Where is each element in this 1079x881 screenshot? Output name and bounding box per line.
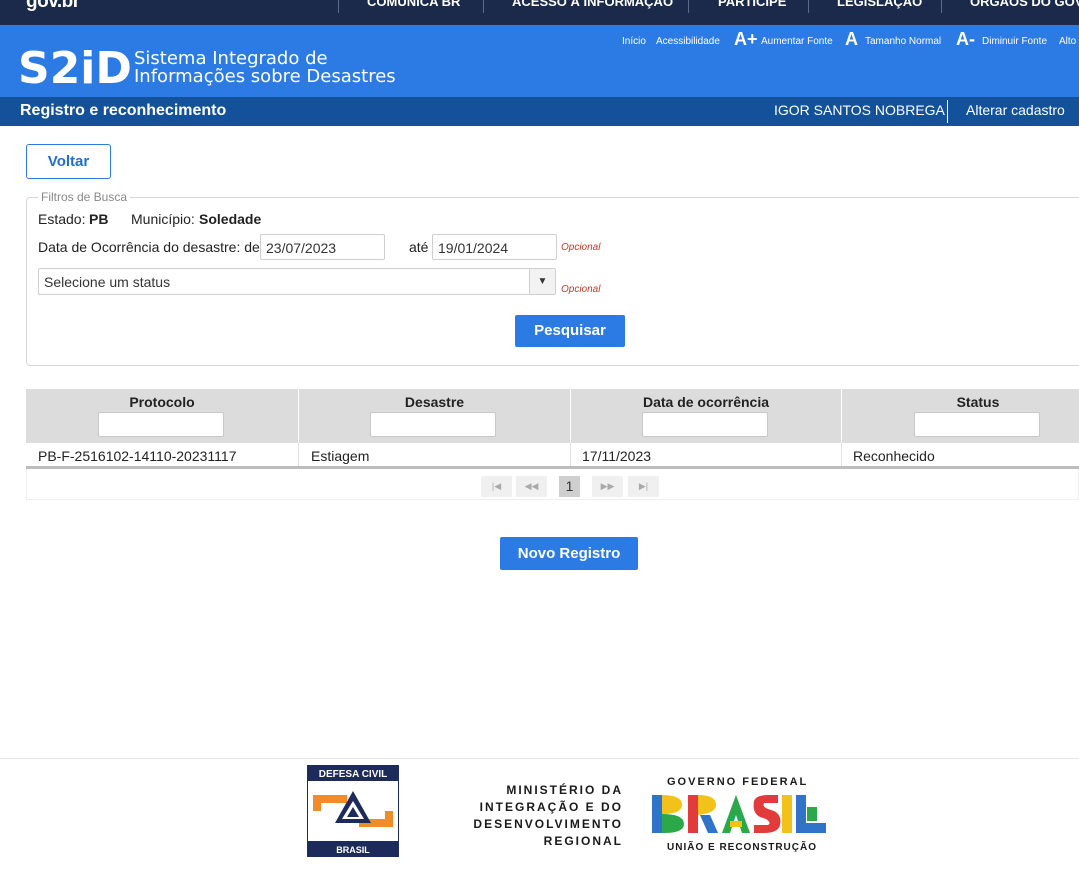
nav-separator bbox=[338, 0, 339, 13]
table-row[interactable]: PB-F-2516102-14110-20231117 Estiagem 17/… bbox=[26, 443, 1079, 469]
ministerio-line-3: DESENVOLVIMENTO bbox=[473, 817, 623, 831]
link-alto-contraste[interactable]: Alto Contraste bbox=[1059, 36, 1079, 47]
protocolo-filter-input[interactable] bbox=[98, 412, 224, 437]
column-header-data-ocorrencia[interactable]: Data de ocorrência bbox=[571, 394, 841, 410]
nav-participe[interactable]: PARTICIPE bbox=[718, 0, 786, 9]
opcional-hint-date: Opcional bbox=[561, 242, 601, 253]
decrease-font-icon[interactable]: A- bbox=[956, 29, 975, 50]
defesa-civil-top-text: DEFESA CIVIL bbox=[319, 769, 388, 780]
gov-bar: gov.br COMUNICA BR ACESSO À INFORMAÇÃO P… bbox=[0, 0, 1079, 25]
governo-federal-text: GOVERNO FEDERAL bbox=[667, 776, 809, 788]
ministerio-line-4: REGIONAL bbox=[543, 834, 623, 848]
link-acessibilidade[interactable]: Acessibilidade bbox=[656, 36, 720, 47]
normal-font-icon[interactable]: A bbox=[845, 29, 858, 50]
gov-br-logo[interactable]: gov.br bbox=[26, 0, 80, 13]
column-status: Status bbox=[842, 389, 1079, 443]
link-inicio[interactable]: Início bbox=[622, 36, 646, 47]
table-header: Protocolo Desastre Data de ocorrência St… bbox=[26, 389, 1079, 443]
municipio-value: Soledade bbox=[199, 211, 262, 227]
cell-divider bbox=[841, 443, 842, 466]
data-filter-input[interactable] bbox=[642, 412, 768, 437]
cell-desastre: Estiagem bbox=[311, 448, 370, 464]
status-select[interactable]: Selecione um status ▼ bbox=[38, 268, 556, 295]
pesquisar-button[interactable]: Pesquisar bbox=[515, 315, 625, 347]
nav-comunica-br[interactable]: COMUNICA BR bbox=[367, 0, 460, 9]
nav-separator bbox=[808, 0, 809, 13]
first-page-icon[interactable]: |◀ bbox=[481, 476, 512, 497]
link-tamanho-normal[interactable]: Tamanho Normal bbox=[865, 36, 941, 47]
voltar-button[interactable]: Voltar bbox=[26, 144, 111, 179]
cell-protocolo: PB-F-2516102-14110-20231117 bbox=[38, 448, 237, 464]
defesa-civil-logo: DEFESA CIVIL BRASIL bbox=[306, 764, 400, 858]
filters-legend: Filtros de Busca bbox=[38, 190, 131, 204]
column-desastre: Desastre bbox=[299, 389, 571, 443]
ate-label: até bbox=[409, 239, 429, 255]
column-protocolo: Protocolo bbox=[26, 389, 299, 443]
page-title: Registro e reconhecimento bbox=[20, 102, 227, 119]
nav-separator bbox=[483, 0, 484, 13]
status-select-placeholder: Selecione um status bbox=[44, 274, 171, 290]
previous-page-icon[interactable]: ◀◀ bbox=[516, 476, 547, 497]
link-diminuir-fonte[interactable]: Diminuir Fonte bbox=[982, 36, 1047, 47]
desastre-filter-input[interactable] bbox=[370, 412, 496, 437]
brasil-logo bbox=[652, 793, 826, 837]
alterar-cadastro-link[interactable]: Alterar cadastro bbox=[966, 102, 1065, 118]
nav-separator bbox=[688, 0, 689, 13]
pagination-bar bbox=[26, 469, 1079, 500]
column-header-protocolo[interactable]: Protocolo bbox=[26, 394, 298, 410]
opcional-hint-status: Opcional bbox=[561, 284, 601, 295]
brand-subtitle-line2: Informações sobre Desastres bbox=[134, 66, 396, 87]
current-page[interactable]: 1 bbox=[559, 476, 580, 497]
cell-divider bbox=[570, 443, 571, 466]
next-page-icon[interactable]: ▶▶ bbox=[592, 476, 623, 497]
nav-legislacao[interactable]: LEGISLAÇÃO bbox=[837, 0, 922, 9]
chevron-down-icon[interactable]: ▼ bbox=[529, 269, 555, 294]
column-header-status[interactable]: Status bbox=[842, 394, 1079, 410]
date-to-input[interactable]: 19/01/2024 bbox=[432, 234, 557, 260]
defesa-civil-bottom-text: BRASIL bbox=[336, 845, 370, 855]
nav-orgaos-governo[interactable]: ÓRGÃOS DO GOVERNO bbox=[970, 0, 1079, 9]
nav-separator bbox=[941, 0, 942, 13]
increase-font-icon[interactable]: A+ bbox=[734, 29, 758, 50]
section-bar: Registro e reconhecimento IGOR SANTOS NO… bbox=[0, 97, 1079, 126]
last-page-icon[interactable]: ▶| bbox=[628, 476, 659, 497]
estado-value: PB bbox=[89, 211, 109, 227]
ministerio-line-2: INTEGRAÇÃO E DO bbox=[479, 800, 623, 814]
date-from-input[interactable]: 23/07/2023 bbox=[260, 234, 385, 260]
footer-divider bbox=[0, 758, 1079, 759]
ministerio-line-1: MINISTÉRIO DA bbox=[506, 783, 623, 797]
column-header-desastre[interactable]: Desastre bbox=[299, 394, 570, 410]
bar-separator bbox=[947, 100, 948, 123]
s2id-brand: S2iD bbox=[18, 43, 132, 94]
cell-status: Reconhecido bbox=[853, 448, 935, 464]
uniao-reconstrucao-text: UNIÃO E RECONSTRUÇÃO bbox=[667, 842, 818, 853]
cell-data-ocorrencia: 17/11/2023 bbox=[582, 448, 652, 464]
novo-registro-button[interactable]: Novo Registro bbox=[500, 537, 638, 570]
estado-label: Estado: bbox=[38, 211, 86, 227]
data-ocorrencia-label: Data de Ocorrência do desastre: de bbox=[38, 239, 260, 255]
link-aumentar-fonte[interactable]: Aumentar Fonte bbox=[761, 36, 833, 47]
user-name[interactable]: IGOR SANTOS NOBREGA bbox=[774, 102, 945, 118]
cell-divider bbox=[298, 443, 299, 466]
column-data-ocorrencia: Data de ocorrência bbox=[571, 389, 842, 443]
status-filter-input[interactable] bbox=[914, 412, 1040, 437]
nav-acesso-informacao[interactable]: ACESSO À INFORMAÇÃO bbox=[512, 0, 673, 9]
municipio-label: Município: bbox=[131, 211, 195, 227]
